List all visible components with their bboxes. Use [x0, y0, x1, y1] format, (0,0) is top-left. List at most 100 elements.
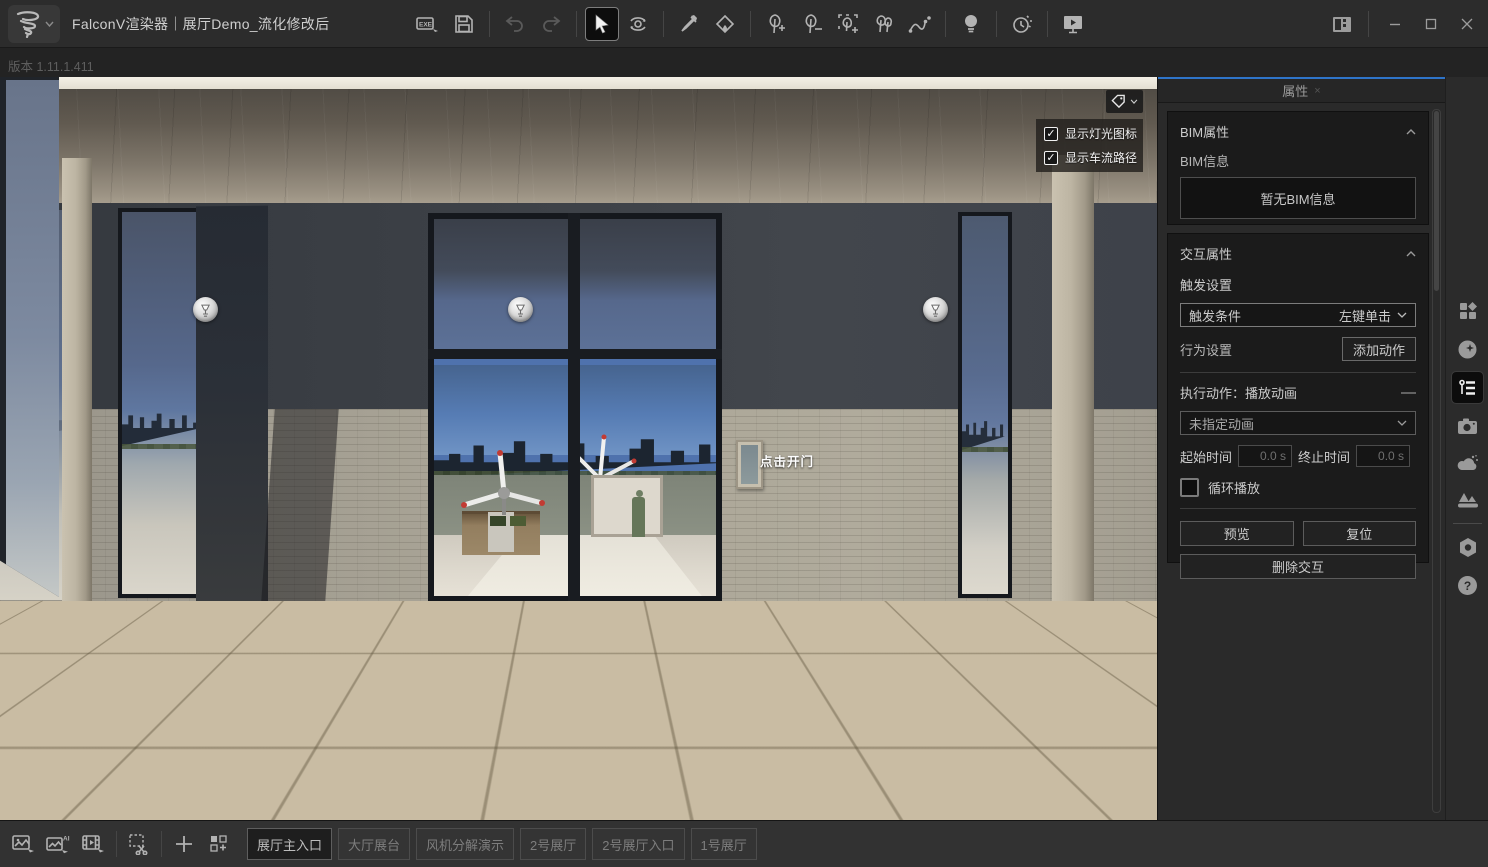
door-sign-label: 点击开门 [760, 451, 814, 470]
scrollbar-thumb[interactable] [1434, 111, 1439, 291]
open-glass-door[interactable] [196, 206, 268, 613]
view-tab-turbine-demo[interactable]: 风机分解演示 [416, 828, 514, 860]
interaction-section-title: 交互属性 [1180, 244, 1232, 263]
redo-button[interactable] [535, 8, 567, 40]
viewport-3d[interactable]: 点击开门 显示灯光图标 显示车流路径 聚焦选中物体 F 沿物体环视 ALT + … [0, 77, 1157, 820]
select-tool-button[interactable] [586, 8, 618, 40]
camera-button[interactable] [1452, 410, 1483, 441]
tab-properties[interactable]: 属性 [1282, 81, 1308, 100]
properties-panel: 属性 × BIM属性 BIM信息 暂无BIM信息 交互属性 触发设置 触发条件 … [1157, 77, 1445, 820]
path-tool-button[interactable] [904, 8, 936, 40]
add-view-button[interactable] [169, 829, 199, 859]
light-gizmo-icon[interactable] [923, 297, 948, 322]
animation-select-dropdown[interactable]: 未指定动画 [1180, 411, 1416, 435]
loop-playback-checkbox[interactable] [1180, 478, 1199, 497]
crop-clip-button[interactable] [124, 829, 154, 859]
view-tab-hall2-entrance[interactable]: 2号展厅入口 [592, 828, 684, 860]
maximize-button[interactable] [1416, 9, 1446, 39]
trigger-condition-dropdown[interactable]: 触发条件 左键单击 [1180, 303, 1416, 327]
end-time-label: 终止时间 [1298, 447, 1350, 466]
collapse-chevron-up-icon[interactable] [1406, 129, 1416, 135]
checkbox-show-light-icons[interactable] [1044, 127, 1058, 141]
view-tab-hall1[interactable]: 1号展厅 [691, 828, 757, 860]
undo-button[interactable] [499, 8, 531, 40]
end-time-input[interactable]: 0.0 s [1356, 445, 1410, 467]
view-layout-add-button[interactable] [204, 829, 234, 859]
display-option-traffic[interactable]: 显示车流路径 [1044, 149, 1143, 166]
delete-interaction-button[interactable]: 删除交互 [1180, 554, 1416, 579]
app-logo-button[interactable] [8, 5, 60, 43]
save-button[interactable] [448, 8, 480, 40]
view-tab-hall2[interactable]: 2号展厅 [520, 828, 586, 860]
collapse-chevron-up-icon[interactable] [1406, 251, 1416, 257]
version-label: 版本 1.11.1.411 [8, 56, 94, 75]
screenshot-export-button[interactable] [9, 829, 39, 859]
version-row: 版本 1.11.1.411 [0, 49, 1488, 77]
hint-action: 聚焦选中物体 [9, 769, 105, 788]
trigger-settings-label: 触发设置 [1180, 275, 1416, 294]
material-sphere-button[interactable] [1452, 334, 1483, 365]
svg-text:?: ? [1464, 579, 1471, 593]
minimize-button[interactable] [1380, 9, 1410, 39]
side-icon-strip: ? [1445, 77, 1488, 820]
option-label: 显示车流路径 [1065, 149, 1137, 166]
bottom-separator [116, 831, 117, 857]
panel-scrollbar[interactable] [1432, 109, 1441, 813]
paint-fill-tool-button[interactable] [709, 8, 741, 40]
export-exe-button[interactable]: EXE [412, 8, 444, 40]
preview-button[interactable]: 预览 [1180, 521, 1294, 546]
view-tab-main-entrance[interactable]: 展厅主入口 [247, 828, 332, 860]
bim-info-label: BIM信息 [1180, 151, 1416, 170]
help-button[interactable]: ? [1452, 570, 1483, 601]
add-vegetation-button[interactable] [760, 8, 792, 40]
column-base-shadow [50, 647, 106, 659]
vegetation-brush-button[interactable] [868, 8, 900, 40]
app-title: FalconV渲染器｜展厅Demo_流化修改后 [72, 14, 329, 34]
loop-playback-label: 循环播放 [1208, 478, 1260, 497]
tag-display-button[interactable] [1106, 90, 1143, 113]
close-button[interactable] [1452, 9, 1482, 39]
light-tool-button[interactable] [955, 8, 987, 40]
falconv-logo-icon [15, 10, 41, 38]
remove-vegetation-button[interactable] [796, 8, 828, 40]
time-of-day-button[interactable] [1006, 8, 1038, 40]
tab-close-icon[interactable]: × [1314, 85, 1320, 97]
light-gizmo-icon[interactable] [508, 297, 533, 322]
ai-image-export-button[interactable]: AI [44, 829, 74, 859]
weather-button[interactable] [1452, 447, 1483, 478]
eyedropper-tool-button[interactable] [673, 8, 705, 40]
light-gizmo-icon[interactable] [193, 297, 218, 322]
checkbox-show-traffic-paths[interactable] [1044, 151, 1058, 165]
svg-text:EXE: EXE [419, 22, 433, 29]
start-time-input[interactable]: 0.0 s [1238, 445, 1292, 467]
logo-chevron-down-icon [45, 21, 54, 27]
bottom-bar: AI 展厅主入口 大厅展台 风机分解演示 2号展厅 2号展厅入口 1号展厅 [0, 820, 1488, 867]
video-export-button[interactable] [79, 829, 109, 859]
entrance-glass-doors[interactable] [428, 213, 722, 602]
vegetation-marquee-button[interactable] [832, 8, 864, 40]
assets-library-button[interactable] [1452, 295, 1483, 326]
view-tab-hall-booth[interactable]: 大厅展台 [338, 828, 410, 860]
person-figure [632, 497, 645, 537]
settings-button[interactable] [1452, 532, 1483, 563]
orbit-tool-button[interactable] [622, 8, 654, 40]
column-base-shadow [1040, 653, 1108, 666]
terrain-button[interactable] [1452, 484, 1483, 515]
action-header-label: 执行动作：播放动画 [1180, 383, 1297, 402]
layout-panels-button[interactable] [1327, 9, 1357, 39]
presentation-mode-button[interactable] [1057, 8, 1089, 40]
add-action-button[interactable]: 添加动作 [1342, 337, 1416, 361]
title-bar: FalconV渲染器｜展厅Demo_流化修改后 EXE [0, 0, 1488, 48]
toolbar-separator [663, 11, 664, 37]
scene-tree-button[interactable] [1452, 372, 1483, 403]
column-right [1052, 155, 1094, 657]
trigger-condition-value: 左键单击 [1339, 306, 1391, 325]
reset-button[interactable]: 复位 [1303, 521, 1417, 546]
start-time-label: 起始时间 [1180, 447, 1232, 466]
display-option-lights[interactable]: 显示灯光图标 [1044, 125, 1143, 142]
interaction-properties-section: 交互属性 触发设置 触发条件 左键单击 行为设置 添加动作 执行动作：播放动画 … [1167, 233, 1429, 563]
sky-strip [0, 77, 1157, 89]
remove-action-icon[interactable]: — [1401, 384, 1416, 401]
door-open-trigger-sign[interactable] [736, 440, 763, 489]
chevron-down-icon [1397, 312, 1407, 318]
